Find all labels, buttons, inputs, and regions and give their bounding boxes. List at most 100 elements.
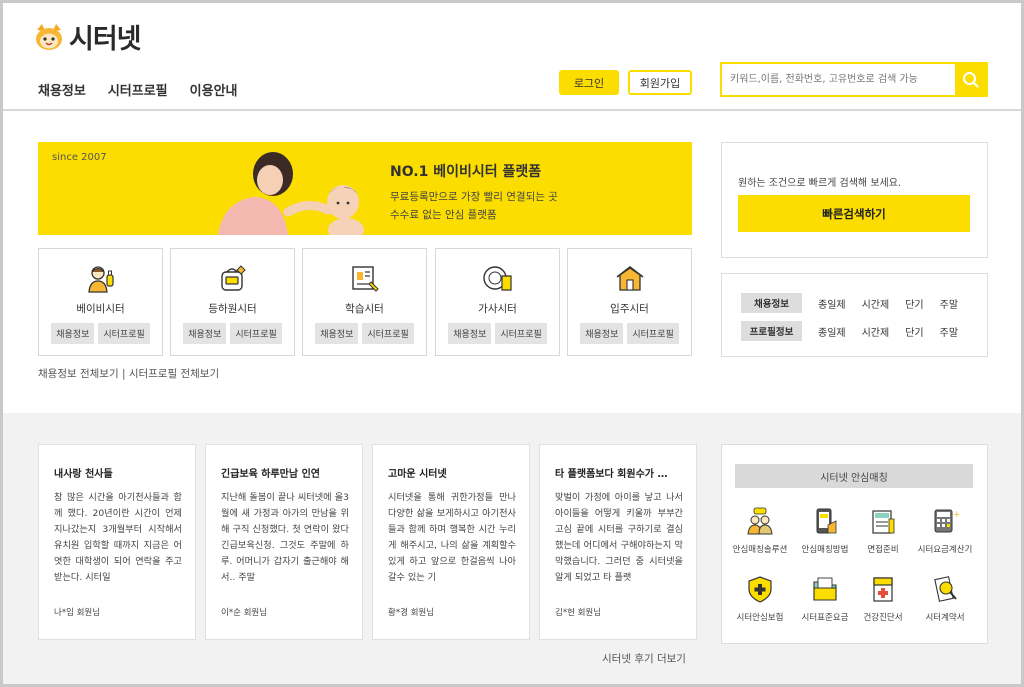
safe-item-label: 시터계약서 [925,613,965,623]
search-button[interactable] [955,64,986,95]
review-author: 황*경 회원님 [388,608,435,618]
review-body: 참 많은 시간을 아기천사들과 함께 했다. 20년이란 시간이 언제 지나갔는… [54,492,182,583]
search-bar [720,62,988,97]
safe-matching-box: 시터넷 안심매칭 안심매칭솔루션 안심매칭방법 면접준비 + 시터요금계산기 시… [721,444,988,644]
tag-jobs[interactable]: 채용정보 [448,323,492,344]
lower-section: 내사랑 천사들 참 많은 시간을 아기천사들과 함께 했다. 20년이란 시간이… [3,413,1021,684]
health-certificate-icon [873,577,893,602]
category-card-school-commute[interactable]: 등하원시터 채용정보 시터프로필 [170,248,295,356]
category-name: 등하원시터 [208,303,257,315]
more-reviews-link[interactable]: 시터넷 후기 더보기 [602,651,686,666]
banner-subtitle-1: 무료등록만으로 가장 빨리 연결되는 곳 [390,191,558,203]
tag-sitter-profile[interactable]: 시터프로필 [230,323,282,344]
category-name: 입주시터 [610,303,649,315]
school-commute-icon [221,265,246,291]
tag-sitter-profile[interactable]: 시터프로필 [362,323,414,344]
search-icon [962,71,979,88]
category-card-live-in[interactable]: 입주시터 채용정보 시터프로필 [567,248,692,356]
nav-item-sitter-profile[interactable]: 시터프로필 [108,80,168,99]
hero-banner[interactable]: since 2007 NO.1 베이비시터 플랫폼 무료등록만으로 가장 빨리 … [38,142,692,235]
tag-sitter-profile[interactable]: 시터프로필 [495,323,547,344]
logo-text: 시터넷 [69,24,142,55]
review-title: 긴급보육 하루만남 인연 [221,469,320,480]
safe-item-label: 면접준비 [867,545,899,555]
quick-search-button[interactable]: 빠른검색하기 [738,195,970,232]
safe-item-label: 시터요금계산기 [917,545,973,555]
type-item-parttime[interactable]: 시간제 [862,324,890,339]
search-input[interactable] [722,64,956,95]
review-card[interactable]: 타 플랫폼보다 회원수가 … 맞벌이 가정에 아이를 낳고 나서 아이들을 어떻… [539,444,697,640]
tag-jobs[interactable]: 채용정보 [580,323,624,344]
login-button[interactable]: 로그인 [559,70,619,95]
logo[interactable]: 시터넷 [33,17,142,56]
house-icon [616,265,644,291]
type-label: 채용정보 [741,293,802,313]
tag-jobs[interactable]: 채용정보 [315,323,359,344]
tag-jobs[interactable]: 채용정보 [51,323,95,344]
banner-since: since 2007 [52,152,107,163]
tag-sitter-profile[interactable]: 시터프로필 [627,323,679,344]
review-title: 내사랑 천사들 [54,469,113,480]
safe-item-contract[interactable]: 시터계약서 [915,575,975,623]
safe-matching-solution-icon [747,507,773,535]
safe-item-method[interactable]: 안심매칭방법 [795,507,855,555]
interview-book-icon [872,510,895,534]
review-card[interactable]: 내사랑 천사들 참 많은 시간을 아기천사들과 함께 했다. 20년이란 시간이… [38,444,196,640]
insurance-shield-icon [748,576,772,603]
category-name: 학습시터 [345,303,384,315]
safe-item-label: 안심매칭방법 [801,545,849,555]
safe-item-insurance[interactable]: 시터안심보험 [730,575,790,623]
tag-jobs[interactable]: 채용정보 [183,323,227,344]
nav-item-jobs[interactable]: 채용정보 [38,80,86,99]
category-tags: 채용정보 시터프로필 [171,323,294,344]
review-card[interactable]: 긴급보육 하루만남 인연 지난해 돌봄이 끝나 씨터넷에 올3월에 새 가정과 … [205,444,363,640]
review-author: 이*순 회원님 [221,608,268,618]
quick-search-label: 원하는 조건으로 빠르게 검색해 보세요. [738,178,902,189]
header: 시터넷 채용정보 시터프로필 이용안내 로그인 회원가입 [3,3,1021,111]
type-item-weekend[interactable]: 주말 [940,296,958,311]
banner-title: NO.1 베이비시터 플랫폼 [390,164,542,180]
type-item-fulltime[interactable]: 종일제 [818,324,846,339]
join-button[interactable]: 회원가입 [628,70,692,95]
tag-sitter-profile[interactable]: 시터프로필 [98,323,150,344]
type-item-shortterm[interactable]: 단기 [905,324,923,339]
safe-item-standard-fee[interactable]: 시터표준요금 [795,575,855,623]
type-row-jobs: 채용정보 종일제 시간제 단기 주말 [741,293,958,313]
calculator-icon: + [934,509,959,533]
review-title: 타 플랫폼보다 회원수가 … [555,469,668,480]
category-card-housework[interactable]: 가사시터 채용정보 시터프로필 [435,248,560,356]
category-card-study[interactable]: 학습시터 채용정보 시터프로필 [302,248,427,356]
category-tags: 채용정보 시터프로필 [303,323,426,344]
svg-text:+: + [953,510,959,520]
type-row-profile: 프로필정보 종일제 시간제 단기 주말 [741,321,958,341]
review-card[interactable]: 고마운 시터넷 시터넷을 통해 귀한가정들 만나 다양한 삶을 보게하시고 아기… [372,444,530,640]
category-name: 가사시터 [478,303,517,315]
category-tags: 채용정보 시터프로필 [568,323,691,344]
view-all-link[interactable]: 채용정보 전체보기 | 시터프로필 전체보기 [38,366,219,381]
banner-subtitle-2: 수수료 없는 안심 플랫폼 [390,209,497,221]
review-body: 지난해 돌봄이 끝나 씨터넷에 올3월에 새 가정과 아가의 만남을 위해 구직… [221,492,349,583]
safe-item-label: 시터안심보험 [736,613,784,623]
study-book-icon [352,266,379,292]
safe-matching-title: 시터넷 안심매칭 [735,464,973,488]
review-author: 김*헌 회원님 [555,608,602,618]
type-item-fulltime[interactable]: 종일제 [818,296,846,311]
type-label: 프로필정보 [741,321,802,341]
review-title: 고마운 시터넷 [388,469,447,480]
safe-item-label: 건강진단서 [863,613,903,623]
safe-item-health[interactable]: 건강진단서 [853,575,913,623]
category-name: 베이비시터 [76,303,125,315]
safe-item-interview[interactable]: 면접준비 [853,507,913,555]
type-item-parttime[interactable]: 시간제 [862,296,890,311]
babysitter-icon [88,266,114,293]
safe-item-label: 시터표준요금 [801,613,849,623]
type-item-weekend[interactable]: 주말 [940,324,958,339]
safe-item-calculator[interactable]: + 시터요금계산기 [915,507,975,555]
category-card-babysitter[interactable]: 베이비시터 채용정보 시터프로필 [38,248,163,356]
phone-verify-icon [816,508,837,534]
nav-item-guide[interactable]: 이용안내 [190,80,238,99]
safe-item-solution[interactable]: 안심매칭솔루션 [730,507,790,555]
type-item-shortterm[interactable]: 단기 [905,296,923,311]
logo-face-icon [36,23,62,50]
housework-plate-icon [483,266,512,291]
